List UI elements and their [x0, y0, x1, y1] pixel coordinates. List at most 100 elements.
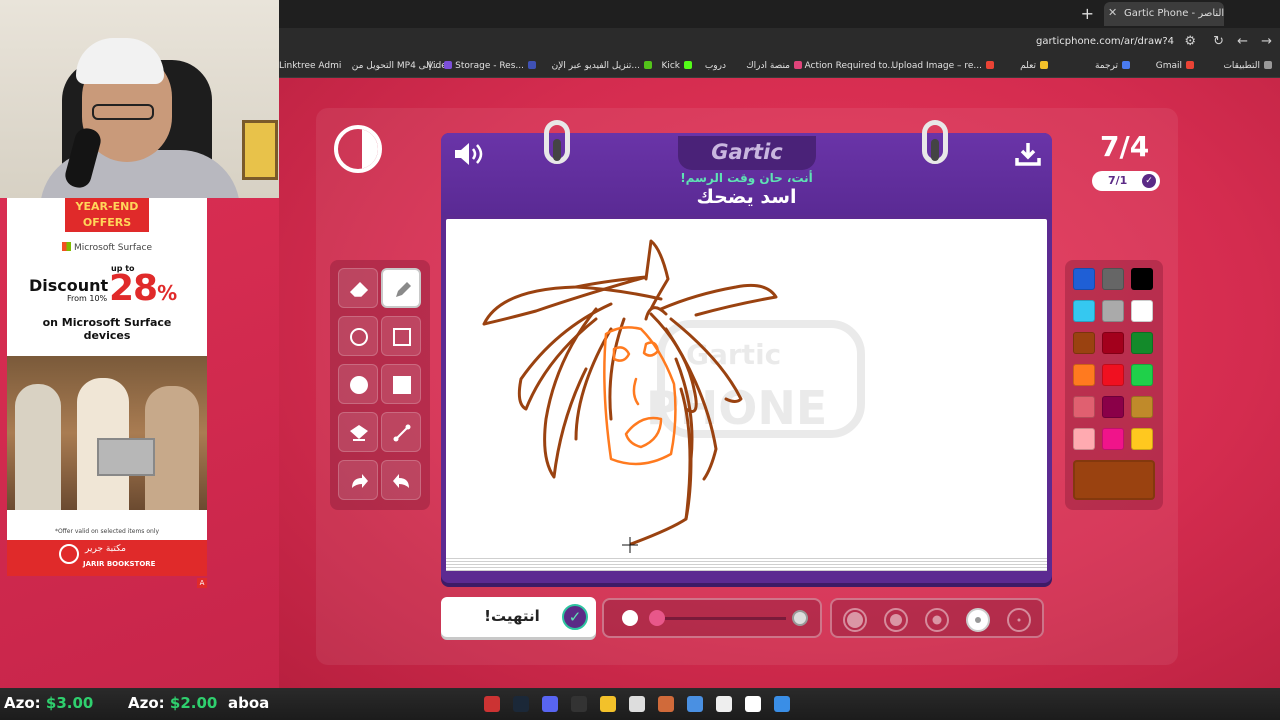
round-counter: 7/4	[1100, 130, 1150, 163]
brush-size-button[interactable]	[884, 608, 908, 632]
circle-outline-tool[interactable]	[338, 316, 378, 356]
ring-shadow	[553, 139, 561, 161]
discord-icon[interactable]	[542, 696, 558, 712]
download-icon[interactable]	[1014, 140, 1042, 168]
advertisement[interactable]: YEAR-END OFFERS Microsoft Surface Discou…	[7, 198, 207, 576]
glasses	[92, 104, 154, 120]
opacity-slider-thumb[interactable]	[649, 610, 665, 626]
ad-brand: Microsoft Surface	[7, 242, 207, 253]
close-icon[interactable]: ✕	[1108, 6, 1117, 19]
bookmark-apps[interactable]: التطبيقات	[1223, 61, 1272, 71]
wall-frame	[242, 120, 278, 180]
opacity-track[interactable]	[656, 617, 786, 620]
brush-size-button[interactable]	[966, 608, 990, 632]
ad-ribbon-text: YEAR-END OFFERS	[75, 200, 139, 229]
bookmark-gmail[interactable]: Gmail	[1156, 61, 1194, 71]
color-swatch[interactable]	[1073, 364, 1095, 386]
color-swatch[interactable]	[1102, 396, 1124, 418]
color-swatch[interactable]	[1131, 332, 1153, 354]
done-label: انتهيت!	[484, 607, 540, 625]
color-swatch[interactable]	[1102, 268, 1124, 290]
prompt-instruction: أنت، حان وقت الرسم!	[680, 171, 813, 185]
bookmark-learn[interactable]: تعلم	[1020, 61, 1048, 71]
back-icon[interactable]: ←	[1237, 34, 1248, 49]
check-icon: ✓	[562, 604, 588, 630]
bookmark-linktree[interactable]: Linktree Admin	[279, 61, 342, 71]
window-icon[interactable]	[716, 696, 732, 712]
bookmark-downloader[interactable]: تنزيل الفيديو عبر الإن...	[552, 61, 652, 71]
prompt-word: اسد يضحك	[696, 186, 797, 208]
obs-icon[interactable]	[484, 696, 500, 712]
undo-icon	[393, 474, 409, 488]
voicemeeter-icon[interactable]	[571, 696, 587, 712]
browser-tab[interactable]: ✕ Gartic Phone - أحمد الناصر	[1104, 2, 1224, 26]
color-swatch[interactable]	[1131, 396, 1153, 418]
new-tab-button[interactable]: +	[1081, 4, 1094, 23]
address-bar[interactable]: garticphone.com/ar/draw?4	[1036, 36, 1174, 47]
ad-choices-badge[interactable]: A	[197, 578, 207, 588]
undo-tool[interactable]	[381, 460, 421, 500]
search-icon[interactable]	[745, 696, 761, 712]
tip-alert-2: Azo: $2.00	[128, 694, 218, 712]
color-swatch[interactable]	[1102, 364, 1124, 386]
folder-icon[interactable]	[600, 696, 616, 712]
brush-size-button[interactable]	[1007, 608, 1031, 632]
color-swatch[interactable]	[1073, 332, 1095, 354]
ad-person	[15, 384, 61, 510]
bucket-tool[interactable]	[338, 412, 378, 452]
brush-size-icon	[975, 617, 981, 623]
color-swatch[interactable]	[1131, 268, 1153, 290]
ad-product: on Microsoft Surface devices	[42, 316, 172, 342]
brush-size-icon	[847, 612, 863, 628]
start-icon[interactable]	[774, 696, 790, 712]
chrome-icon[interactable]	[687, 696, 703, 712]
square-outline-tool[interactable]	[381, 316, 421, 356]
gartic-logo: Gartic	[711, 140, 783, 164]
store-icon[interactable]	[629, 696, 645, 712]
binder-ring	[922, 120, 948, 164]
color-swatch[interactable]	[1102, 332, 1124, 354]
bookmark-droob[interactable]: دروب	[705, 61, 726, 71]
color-swatch[interactable]	[1131, 300, 1153, 322]
watermark-logo: Gartic PHONE	[646, 320, 865, 438]
eraser-tool[interactable]	[338, 268, 378, 308]
color-swatch[interactable]	[1131, 428, 1153, 450]
reload-icon[interactable]: ↻	[1213, 34, 1224, 49]
square-fill-tool[interactable]	[381, 364, 421, 404]
color-swatch[interactable]	[1073, 396, 1095, 418]
bookmark-action[interactable]: Action Required to...	[805, 61, 896, 71]
bookmark-edraak[interactable]: منصة ادراك	[746, 61, 802, 71]
binder-ring	[544, 120, 570, 164]
color-swatch[interactable]	[1131, 364, 1153, 386]
color-swatch[interactable]	[1073, 268, 1095, 290]
bookmark-kick[interactable]: Kick	[661, 61, 692, 71]
circle-fill-icon	[350, 376, 368, 394]
redo-tool[interactable]	[338, 460, 378, 500]
bookmark-upload[interactable]: Upload Image – re...	[892, 61, 994, 71]
browser-tab-bar: + ✕ Gartic Phone - أحمد الناصر	[279, 0, 1280, 28]
done-button[interactable]: انتهيت! ✓	[441, 597, 596, 637]
opacity-slider-panel	[602, 598, 822, 638]
color-swatch[interactable]	[1102, 428, 1124, 450]
forward-icon[interactable]: →	[1261, 34, 1272, 49]
line-icon	[393, 424, 411, 442]
browser-nav-bar: garticphone.com/ar/draw?4 ⚙ ↻ ← →	[279, 28, 1280, 56]
steam-icon[interactable]	[513, 696, 529, 712]
pencil-tool[interactable]	[381, 268, 421, 308]
brush-size-button[interactable]	[925, 608, 949, 632]
lion-drawing[interactable]: Gartic PHONE	[446, 219, 1047, 556]
line-tool[interactable]	[381, 412, 421, 452]
color-swatch[interactable]	[1073, 428, 1095, 450]
color-swatch[interactable]	[1073, 300, 1095, 322]
ad-laptop	[97, 438, 155, 476]
app-icon[interactable]	[658, 696, 674, 712]
ad-discount: Discount	[29, 276, 109, 295]
ad-store-en: JARIR BOOKSTORE	[83, 560, 156, 568]
circle-fill-tool[interactable]	[338, 364, 378, 404]
speaker-icon[interactable]	[452, 140, 486, 168]
bookmark-translate[interactable]: ترجمة	[1095, 61, 1130, 71]
color-swatch[interactable]	[1102, 300, 1124, 322]
tune-icon[interactable]: ⚙	[1184, 34, 1196, 49]
brush-size-button[interactable]	[843, 608, 867, 632]
bookmark-mp4[interactable]: التحويل من MP4 إلى...	[352, 61, 452, 71]
